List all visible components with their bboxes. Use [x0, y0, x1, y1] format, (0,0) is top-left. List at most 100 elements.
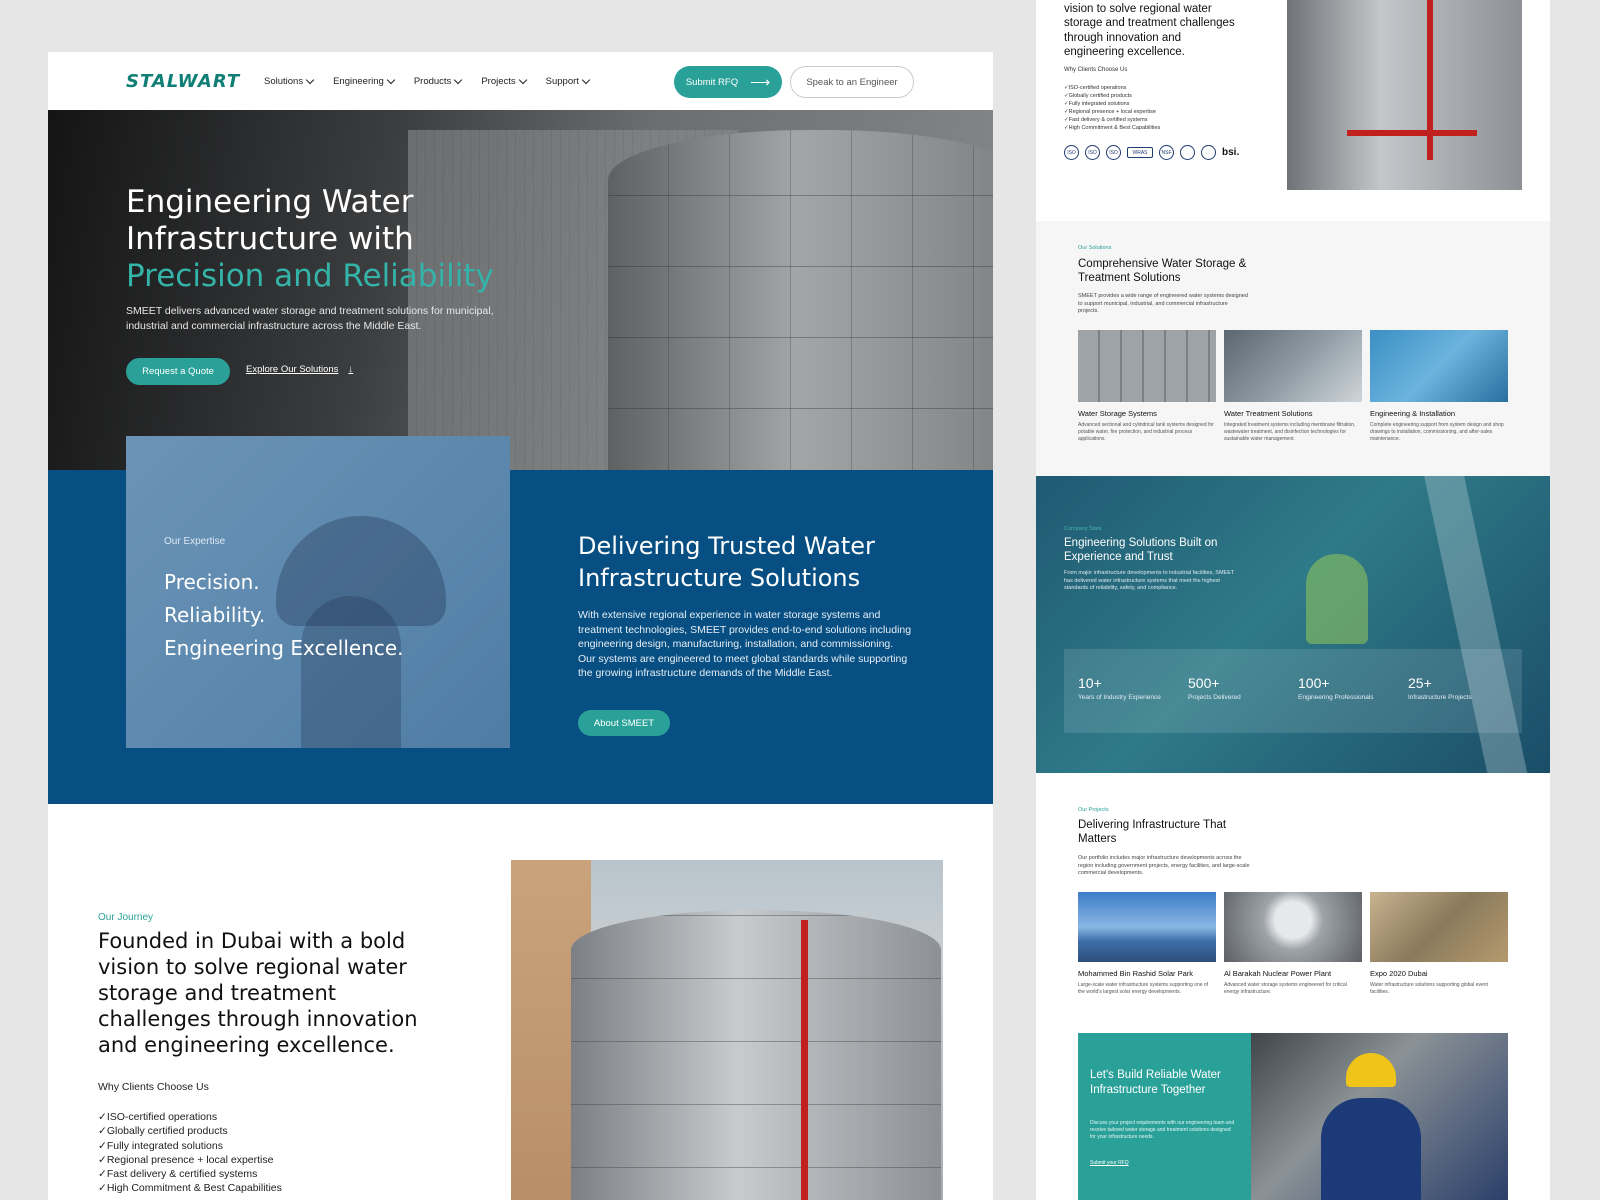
list-item: High Commitment & Best Capabilities	[98, 1181, 282, 1195]
cta-title: Let's Build Reliable Water Infrastructur…	[1090, 1069, 1221, 1096]
certification-logos: ISO ISO ISO WRAS NSF bsi.	[1064, 145, 1239, 160]
certification-badge-icon	[1180, 145, 1195, 160]
expo-dubai-image	[1370, 892, 1508, 962]
nav-support-label: Support	[545, 75, 579, 87]
list-item: Regional presence + local expertise	[98, 1153, 282, 1167]
project-card-title: Al Barakah Nuclear Power Plant	[1224, 969, 1332, 978]
tank-photo-pipe	[801, 920, 808, 1200]
hero-background-tank	[608, 130, 993, 470]
solution-card-engineering[interactable]: Engineering & Installation Complete engi…	[1370, 330, 1508, 443]
certification-badge-icon	[1201, 145, 1216, 160]
cta-photo-helmet	[1346, 1053, 1396, 1087]
project-card-solar-park[interactable]: Mohammed Bin Rashid Solar Park Large-sca…	[1078, 892, 1216, 996]
nav-products-label: Products	[413, 75, 452, 87]
stat-item: 500+ Projects Delivered	[1188, 675, 1298, 733]
list-item: ISO-certified operations	[98, 1110, 282, 1124]
intro-title: vision to solve regional water storage a…	[1064, 3, 1235, 58]
wras-badge-icon: WRAS	[1127, 147, 1153, 158]
stat-number: 25+	[1408, 675, 1432, 691]
stats-panel: 10+ Years of Industry Experience 500+ Pr…	[1064, 649, 1522, 733]
journey-title: Founded in Dubai with a bold vision to s…	[98, 929, 418, 1057]
main-landing-page: STALWART Solutions Engineering Products …	[48, 52, 993, 1200]
cta-text: Discuss your project requirements with o…	[1090, 1120, 1235, 1140]
nav-engineering[interactable]: Engineering	[333, 75, 396, 87]
stat-item: 100+ Engineering Professionals	[1298, 675, 1408, 733]
expertise-title-line2: Infrastructure Solutions	[578, 564, 861, 592]
expertise-line1: Precision.	[164, 570, 260, 594]
hero-title: Engineering Water Infrastructure with Pr…	[126, 184, 494, 295]
solution-card-storage[interactable]: Water Storage Systems Advanced sectional…	[1078, 330, 1216, 443]
tank-photo	[1287, 0, 1522, 190]
stat-item: 10+ Years of Industry Experience	[1078, 675, 1188, 733]
nav-projects-label: Projects	[481, 75, 516, 87]
projects-cards: Mohammed Bin Rashid Solar Park Large-sca…	[1078, 892, 1508, 996]
hero-subtitle: SMEET delivers advanced water storage an…	[126, 305, 494, 332]
scrolled-page-preview: vision to solve regional water storage a…	[1036, 0, 1550, 1200]
why-clients-heading: Why Clients Choose Us	[98, 1081, 209, 1093]
why-clients-list: ISO-certified operations Globally certif…	[98, 1110, 282, 1196]
submit-rfq-button[interactable]: Submit RFQ ⟶	[674, 66, 782, 98]
expertise-label: Our Expertise	[164, 536, 226, 547]
project-card-expo[interactable]: Expo 2020 Dubai Water infrastructure sol…	[1370, 892, 1508, 996]
solution-card-title: Engineering & Installation	[1370, 409, 1456, 418]
project-card-text: Water infrastructure solutions supportin…	[1370, 982, 1488, 995]
about-smeet-button[interactable]: About SMEET	[578, 710, 670, 736]
project-card-nuclear[interactable]: Al Barakah Nuclear Power Plant Advanced …	[1224, 892, 1362, 996]
nav-projects[interactable]: Projects	[481, 75, 527, 87]
cta-photo-engineer	[1321, 1098, 1421, 1200]
expertise-body: With extensive regional experience in wa…	[578, 609, 912, 679]
stat-label: Projects Delivered	[1188, 694, 1241, 701]
nav-products[interactable]: Products	[413, 75, 463, 87]
expertise-line2: Reliability.	[164, 603, 266, 627]
nav-solutions[interactable]: Solutions	[264, 75, 315, 87]
nav-support[interactable]: Support	[545, 75, 591, 87]
stats-title: Engineering Solutions Built on Experienc…	[1064, 537, 1218, 563]
speak-engineer-button[interactable]: Speak to an Engineer	[790, 66, 914, 98]
explore-solutions-label: Explore Our Solutions	[246, 364, 339, 375]
stat-label: Infrastructure Projects	[1408, 694, 1472, 701]
stat-number: 10+	[1078, 675, 1102, 691]
why-clients-heading: Why Clients Choose Us	[1064, 67, 1128, 73]
cta-engineer-photo	[1251, 1033, 1508, 1200]
projects-title: Delivering Infrastructure That Matters	[1078, 819, 1227, 845]
chevron-down-icon	[518, 75, 527, 84]
expertise-card: Our Expertise Precision. Reliability. En…	[126, 436, 510, 748]
list-item: Fast delivery & certified systems	[98, 1167, 282, 1181]
project-card-title: Mohammed Bin Rashid Solar Park	[1078, 969, 1194, 978]
stalwart-logo[interactable]: STALWART	[126, 71, 254, 92]
journey-label: Our Journey	[98, 912, 154, 923]
stats-label: Company Stats	[1064, 526, 1102, 532]
solution-card-text: Advanced sectional and cylindrical tank …	[1078, 422, 1214, 442]
solutions-title: Comprehensive Water Storage & Treatment …	[1078, 258, 1247, 284]
request-quote-button[interactable]: Request a Quote	[126, 358, 230, 385]
list-item: Fully integrated solutions	[1064, 100, 1160, 108]
cta-submit-link[interactable]: Submit your RFQ	[1090, 1160, 1129, 1166]
iso-badge-icon: ISO	[1064, 145, 1079, 160]
expertise-statement: Precision. Reliability. Engineering Exce…	[164, 566, 404, 665]
solar-park-image	[1078, 892, 1216, 962]
why-clients-list: ISO-certified operations Globally certif…	[1064, 84, 1161, 132]
storage-tanks-image	[1078, 330, 1216, 402]
list-item: High Commitment & Best Capabilities	[1064, 124, 1161, 132]
stats-background-worker	[1306, 554, 1368, 644]
stat-label: Engineering Professionals	[1298, 694, 1374, 701]
projects-desc: Our portfolio includes major infrastruct…	[1078, 855, 1250, 876]
top-navigation: STALWART Solutions Engineering Products …	[48, 52, 993, 110]
project-card-title: Expo 2020 Dubai	[1370, 969, 1428, 978]
explore-solutions-link[interactable]: Explore Our Solutions ↓	[246, 364, 353, 375]
project-card-text: Large-scale water infrastructure systems…	[1078, 982, 1209, 995]
stat-number: 500+	[1188, 675, 1220, 691]
bsi-logo-icon: bsi.	[1222, 147, 1240, 158]
stats-desc: From major infrastructure developments t…	[1064, 570, 1235, 591]
nav-solutions-label: Solutions	[264, 75, 304, 87]
arrow-down-icon: ↓	[348, 364, 354, 375]
hero-title-line2: Infrastructure with	[126, 221, 414, 257]
expertise-title-line1: Delivering Trusted Water	[578, 532, 875, 560]
nuclear-plant-image	[1224, 892, 1362, 962]
list-item: Regional presence + local expertise	[1064, 108, 1160, 116]
solution-card-text: Integrated treatment systems including m…	[1224, 422, 1356, 442]
list-item: Fast delivery & certified systems	[1064, 116, 1160, 124]
nav-menu: Solutions Engineering Products Projects …	[264, 75, 591, 87]
tank-photo-pipe	[1347, 130, 1477, 136]
solution-card-treatment[interactable]: Water Treatment Solutions Integrated tre…	[1224, 330, 1362, 443]
